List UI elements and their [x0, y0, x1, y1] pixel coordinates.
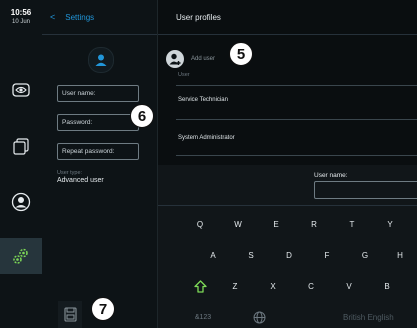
keyboard-username-input[interactable]	[314, 181, 417, 199]
key-b[interactable]: B	[370, 277, 404, 295]
callout-7: 7	[91, 297, 115, 321]
page-title: User profiles	[176, 12, 221, 22]
callout-6: 6	[130, 104, 154, 128]
user-type-label: User type:	[57, 170, 83, 176]
callout-5: 5	[229, 42, 253, 66]
row-divider	[176, 85, 417, 86]
keyboard-field-label: User name:	[314, 172, 348, 179]
username-field[interactable]	[57, 85, 139, 102]
user-column-header: User	[178, 72, 190, 78]
main-header: User profiles	[176, 0, 221, 34]
add-user-label[interactable]: Add user	[191, 56, 215, 62]
key-e[interactable]: E	[259, 215, 293, 233]
key-h[interactable]: H	[383, 246, 417, 264]
key-v[interactable]: V	[332, 277, 366, 295]
key-a[interactable]: A	[196, 246, 230, 264]
clock-date: 10 Jun	[11, 19, 30, 25]
on-screen-keyboard: User name: Q W E R T Y A S D F G H Z X C…	[158, 165, 417, 328]
numbers-key[interactable]: &123	[186, 308, 220, 326]
user-row-service-technician[interactable]: Service Technician	[178, 97, 228, 103]
password-field[interactable]	[57, 114, 139, 131]
repeat-password-field[interactable]	[57, 143, 139, 160]
key-t[interactable]: T	[335, 215, 369, 233]
avatar	[88, 47, 114, 73]
eye-icon	[12, 83, 30, 97]
settings-header: < Settings	[50, 0, 94, 34]
row-divider	[176, 119, 417, 120]
keyboard-divider	[158, 205, 417, 206]
documents-icon	[13, 138, 29, 155]
user-row-system-administrator[interactable]: System Administrator	[178, 135, 235, 141]
nav-user-button[interactable]	[0, 184, 42, 220]
key-y[interactable]: Y	[373, 215, 407, 233]
nav-rail: 10:56 10 Jun	[0, 0, 43, 328]
key-c[interactable]: C	[294, 277, 328, 295]
clock-time: 10:56	[10, 8, 32, 17]
shift-icon	[193, 279, 207, 293]
settings-title: Settings	[65, 12, 95, 22]
nav-eye-button[interactable]	[0, 72, 42, 108]
language-key[interactable]	[242, 308, 276, 326]
row-divider	[176, 155, 417, 156]
key-s[interactable]: S	[234, 246, 268, 264]
key-x[interactable]: X	[256, 277, 290, 295]
space-bar[interactable]: British English	[343, 313, 394, 322]
key-r[interactable]: R	[297, 215, 331, 233]
key-z[interactable]: Z	[218, 277, 252, 295]
add-user-icon	[169, 53, 181, 65]
gears-icon	[13, 248, 28, 264]
key-d[interactable]: D	[272, 246, 306, 264]
key-g[interactable]: G	[348, 246, 382, 264]
settings-panel: < Settings User type: Advanced user	[42, 0, 158, 328]
main-header-divider	[158, 34, 417, 35]
user-icon	[11, 192, 31, 212]
key-q[interactable]: Q	[183, 215, 217, 233]
user-type-value[interactable]: Advanced user	[57, 177, 104, 184]
user-avatar-icon	[95, 54, 107, 66]
clock: 10:56 10 Jun	[0, 8, 42, 26]
key-f[interactable]: F	[310, 246, 344, 264]
save-button[interactable]	[58, 301, 82, 328]
key-w[interactable]: W	[221, 215, 255, 233]
save-icon	[63, 307, 77, 322]
nav-settings-button[interactable]	[0, 238, 42, 274]
globe-icon	[253, 311, 265, 323]
back-button[interactable]: <	[50, 12, 55, 22]
add-user-button[interactable]	[166, 50, 184, 68]
header-divider	[42, 34, 157, 35]
nav-documents-button[interactable]	[0, 128, 42, 164]
shift-key[interactable]	[183, 277, 217, 295]
